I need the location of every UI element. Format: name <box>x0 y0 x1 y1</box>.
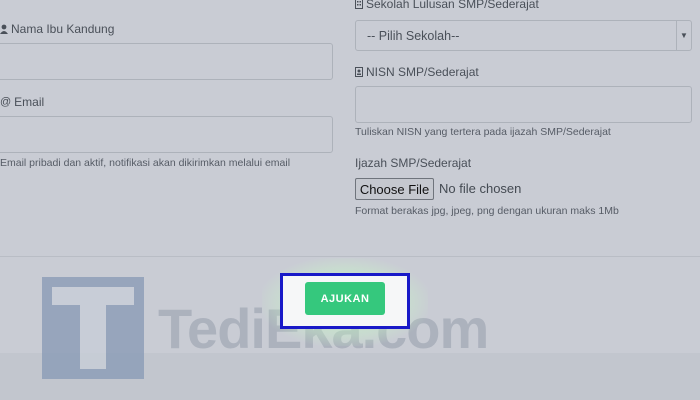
nisn-input[interactable] <box>355 86 692 123</box>
email-help-text: Email pribadi dan aktif, notifikasi akan… <box>0 157 291 169</box>
nisn-label: NISN SMP/Sederajat <box>355 65 479 79</box>
at-icon: @ <box>0 96 12 108</box>
person-icon <box>0 24 8 34</box>
school-label: Sekolah Lulusan SMP/Sederajat <box>355 0 539 11</box>
choose-file-button[interactable]: Choose File <box>355 178 434 200</box>
nisn-help-text: Tuliskan NISN yang tertera pada ijazah S… <box>355 126 611 138</box>
email-input[interactable] <box>0 116 333 153</box>
email-label: @ Email <box>0 95 45 109</box>
caret-down-icon[interactable]: ▼ <box>676 21 691 50</box>
watermark-logo <box>42 277 144 379</box>
ijazah-help-text: Format berakas jpg, jpeg, png dengan uku… <box>355 205 619 217</box>
mother-name-input[interactable] <box>0 43 333 80</box>
ijazah-label: Ijazah SMP/Sederajat <box>355 156 472 170</box>
file-status-text: No file chosen <box>439 181 522 196</box>
id-card-icon <box>355 67 363 77</box>
school-select-value: -- Pilih Sekolah-- <box>367 29 460 43</box>
building-icon <box>355 0 363 9</box>
submit-button[interactable]: AJUKAN <box>305 282 385 315</box>
form-divider <box>0 256 700 257</box>
school-select[interactable]: -- Pilih Sekolah-- ▼ <box>355 20 692 51</box>
mother-name-label: Nama Ibu Kandung <box>0 22 114 36</box>
